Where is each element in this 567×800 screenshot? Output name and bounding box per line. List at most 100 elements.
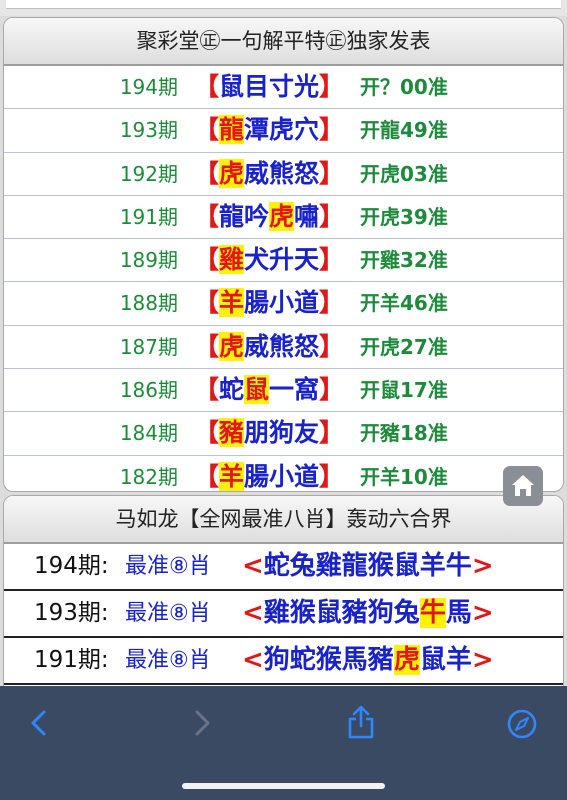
- idiom-phrase: 【鼠目寸光】: [194, 66, 344, 108]
- phrase-highlight: 羊: [219, 288, 245, 318]
- prediction-row: 191期 【龍吟虎嘯】 开虎39准: [4, 196, 563, 240]
- result-text: 开豬18准: [360, 421, 448, 446]
- phrase-post: 一窩: [269, 375, 320, 405]
- angle-close: >: [471, 551, 494, 581]
- phrase-highlight: 雞: [219, 245, 245, 275]
- forward-button[interactable]: [188, 708, 216, 738]
- eight-zodiac-label: 最准⑧肖: [125, 601, 211, 626]
- back-button[interactable]: [26, 708, 54, 738]
- idiom-phrase: 【龍吟虎嘯】: [194, 196, 344, 238]
- phrase-post: 犬升天: [244, 245, 320, 275]
- compass-icon: [507, 709, 537, 739]
- prediction-row: 192期 【虎威熊怒】 开虎03准: [4, 153, 563, 196]
- angle-open: <: [242, 645, 264, 675]
- idiom-phrase: 【雞犬升天】: [194, 239, 344, 281]
- period-label: 194期: [119, 75, 178, 99]
- phrase-highlight: 虎: [269, 201, 295, 231]
- phrase-post: 腸小道: [244, 461, 320, 491]
- prediction-row: 194期 【鼠目寸光】 开？00准: [4, 66, 563, 110]
- zodiac-row: 193期: 最准⑧肖 <雞猴鼠豬狗兔牛馬>: [4, 591, 563, 638]
- phrase-highlight: 虎: [219, 158, 245, 188]
- prediction-row: 187期 【虎威熊怒】 开虎27准: [4, 326, 563, 370]
- bracket-close: 】: [319, 461, 345, 491]
- angle-close: >: [471, 645, 494, 675]
- bracket-open: 【: [194, 115, 220, 145]
- period-label: 193期:: [34, 600, 109, 626]
- bracket-close: 】: [319, 72, 345, 101]
- idiom-phrase: 【豬朋狗友】: [194, 412, 344, 454]
- bracket-close: 】: [319, 331, 345, 361]
- bracket-open: 【: [194, 375, 220, 405]
- bracket-close: 】: [319, 115, 345, 145]
- zodiac-highlight: 虎: [393, 645, 420, 675]
- bracket-open: 【: [194, 158, 220, 188]
- period-label: 188期: [119, 291, 178, 316]
- bracket-open: 【: [194, 201, 220, 231]
- angle-open: <: [242, 551, 264, 581]
- prediction-row: 188期 【羊腸小道】 开羊46准: [4, 282, 563, 326]
- idiom-phrase: 【龍潭虎穴】: [194, 109, 344, 151]
- period-label: 186期: [119, 378, 178, 403]
- result-text: 开鼠17准: [360, 378, 448, 403]
- bracket-open: 【: [194, 461, 220, 491]
- result-text: 开虎03准: [360, 161, 448, 186]
- period-label: 182期: [119, 464, 178, 489]
- period-label: 189期: [119, 248, 178, 273]
- period-label: 187期: [119, 334, 178, 359]
- home-indicator: [182, 783, 385, 789]
- idiom-phrase: 【羊腸小道】: [194, 282, 344, 324]
- eight-zodiac-label: 最准⑧肖: [125, 554, 211, 579]
- result-text: 开羊10准: [360, 464, 448, 489]
- angle-close: >: [471, 598, 494, 628]
- period-label: 193期: [119, 118, 178, 143]
- result-text: 开？00准: [360, 75, 448, 99]
- zodiac-set: <雞猴鼠豬狗兔牛馬>: [242, 591, 494, 636]
- zodiac-row: 191期: 最准⑧肖 <狗蛇猴馬豬虎鼠羊>: [4, 638, 563, 685]
- result-text: 开羊46准: [360, 291, 448, 316]
- top-strip: [0, 0, 567, 16]
- zodiac-pre: 雞猴鼠豬狗兔: [263, 598, 420, 628]
- phrase-highlight: 豬: [219, 418, 245, 448]
- bracket-open: 【: [194, 418, 220, 448]
- result-text: 开龍49准: [360, 118, 448, 143]
- safari-button[interactable]: [506, 708, 538, 740]
- bracket-close: 】: [319, 418, 345, 448]
- phrase-post: 腸小道: [244, 288, 320, 318]
- eight-zodiac-label: 最准⑧肖: [125, 648, 211, 673]
- phrase-post: 嘯: [294, 201, 320, 231]
- bracket-open: 【: [194, 72, 220, 101]
- bracket-close: 】: [319, 288, 345, 318]
- idiom-phrase: 【虎威熊怒】: [194, 153, 344, 195]
- home-button[interactable]: [503, 466, 543, 506]
- result-text: 开雞32准: [360, 248, 448, 273]
- panel-title: 聚彩堂㊣一句解平特㊣独家发表: [4, 18, 563, 66]
- phrase-pre: 龍吟: [219, 201, 270, 231]
- previous-panel-edge: [6, 0, 561, 9]
- prediction-row: 186期 【蛇鼠一窩】 开鼠17准: [4, 369, 563, 413]
- phrase-highlight: 羊: [219, 461, 245, 491]
- result-text: 开虎39准: [360, 204, 448, 229]
- prediction-row: 189期 【雞犬升天】 开雞32准: [4, 239, 563, 283]
- zodiac-set: <狗蛇猴馬豬虎鼠羊>: [242, 638, 494, 683]
- bracket-open: 【: [194, 245, 220, 275]
- result-text: 开虎27准: [360, 334, 448, 359]
- share-button[interactable]: [344, 704, 378, 740]
- phrase-highlight: 鼠: [244, 375, 270, 405]
- share-icon: [348, 705, 374, 739]
- bracket-close: 】: [319, 158, 345, 188]
- zodiac-row: 194期: 最准⑧肖 <蛇兔雞龍猴鼠羊牛>: [4, 544, 563, 591]
- zodiac-list: 194期: 最准⑧肖 <蛇兔雞龍猴鼠羊牛> 193期: 最准⑧肖 <雞猴鼠豬狗兔牛馬> 19…: [4, 544, 563, 685]
- period-label: 192期: [119, 161, 178, 186]
- zodiac-pre: 狗蛇猴馬豬: [263, 645, 394, 675]
- bracket-close: 】: [319, 245, 345, 275]
- phrase-post: 威熊怒: [244, 158, 320, 188]
- period-label: 191期:: [34, 647, 109, 673]
- bracket-close: 】: [319, 375, 345, 405]
- period-label: 194期:: [34, 553, 109, 579]
- prediction-row: 193期 【龍潭虎穴】 开龍49准: [4, 109, 563, 153]
- prediction-list: 194期 【鼠目寸光】 开？00准 193期 【龍潭虎穴】 开龍49准 192期 【虎威熊怒】…: [4, 66, 563, 491]
- zodiac-post: 馬: [445, 598, 472, 628]
- phrase-post: 威熊怒: [244, 331, 320, 361]
- home-icon: [512, 475, 534, 496]
- zodiac-pre: 蛇兔雞龍猴鼠羊牛: [263, 551, 472, 581]
